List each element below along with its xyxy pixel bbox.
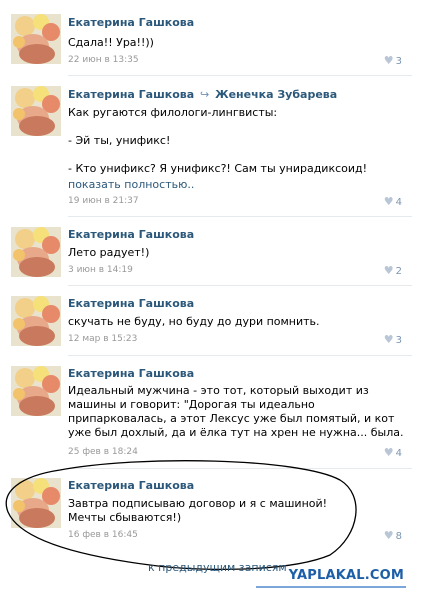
post-divider [68, 285, 412, 286]
post-text: Как ругаются филологи-лингвисты: - Эй ты… [68, 106, 368, 175]
avatar[interactable] [11, 366, 61, 416]
like-count: 3 [395, 335, 402, 346]
post-date-link[interactable]: 25 фев в 18:24 [68, 447, 138, 457]
like-button[interactable]: ♥ 4 [384, 195, 402, 208]
avatar[interactable] [11, 14, 61, 64]
repost-source-link[interactable]: Женечка Зубарева [215, 88, 337, 101]
post-divider [68, 355, 412, 356]
avatar[interactable] [11, 86, 61, 136]
post-date-link[interactable]: 12 мар в 15:23 [68, 334, 137, 344]
like-button[interactable]: ♥ 2 [384, 264, 402, 277]
post-date-link[interactable]: 3 июн в 14:19 [68, 265, 133, 275]
post-text: Сдала!! Ура!!)) [68, 36, 154, 49]
post-date-link[interactable]: 16 фев в 16:45 [68, 530, 138, 540]
post-date-link[interactable]: 19 июн в 21:37 [68, 196, 139, 206]
like-count: 8 [395, 531, 402, 542]
avatar[interactable] [11, 227, 61, 277]
previous-posts-link[interactable]: к предыдущим записям [148, 561, 287, 574]
like-count: 3 [395, 56, 402, 67]
heart-icon: ♥ [383, 446, 394, 459]
author-name-link[interactable]: Екатерина Гашкова [68, 479, 194, 492]
post-divider [68, 216, 412, 217]
like-button[interactable]: ♥ 4 [384, 446, 402, 459]
like-button[interactable]: ♥ 8 [384, 529, 402, 542]
post-divider [68, 75, 412, 76]
show-more-link[interactable]: показать полностью.. [68, 178, 408, 192]
heart-icon: ♥ [383, 195, 394, 208]
post-text: скучать не буду, но буду до дури помнить… [68, 315, 320, 328]
post-text: Лето радует!) [68, 246, 150, 259]
watermark-underline [256, 586, 406, 588]
author-name-link[interactable]: Екатерина Гашкова [68, 16, 194, 29]
post-text: Завтра подписываю договор и я с машиной!… [68, 497, 328, 524]
author-name-link[interactable]: Екатерина Гашкова [68, 297, 194, 310]
post-divider [68, 468, 412, 469]
author-name-link[interactable]: Екатерина Гашкова [68, 228, 194, 241]
heart-icon: ♥ [383, 54, 394, 67]
author-name-link[interactable]: Екатерина Гашкова [68, 367, 194, 380]
like-count: 2 [395, 266, 402, 277]
like-count: 4 [395, 448, 402, 459]
heart-icon: ♥ [383, 264, 394, 277]
author-name-link[interactable]: Екатерина Гашкова [68, 88, 194, 101]
heart-icon: ♥ [383, 529, 394, 542]
post-text: Идеальный мужчина - это тот, который вых… [68, 384, 404, 439]
like-button[interactable]: ♥ 3 [384, 333, 402, 346]
repost-arrow-icon: ↪ [200, 88, 210, 101]
like-button[interactable]: ♥ 3 [384, 54, 402, 67]
avatar[interactable] [11, 478, 61, 528]
site-watermark: YAPLAKAL.COM [288, 568, 404, 583]
like-count: 4 [395, 197, 402, 208]
avatar[interactable] [11, 296, 61, 346]
heart-icon: ♥ [383, 333, 394, 346]
post-date-link[interactable]: 22 июн в 13:35 [68, 55, 139, 65]
